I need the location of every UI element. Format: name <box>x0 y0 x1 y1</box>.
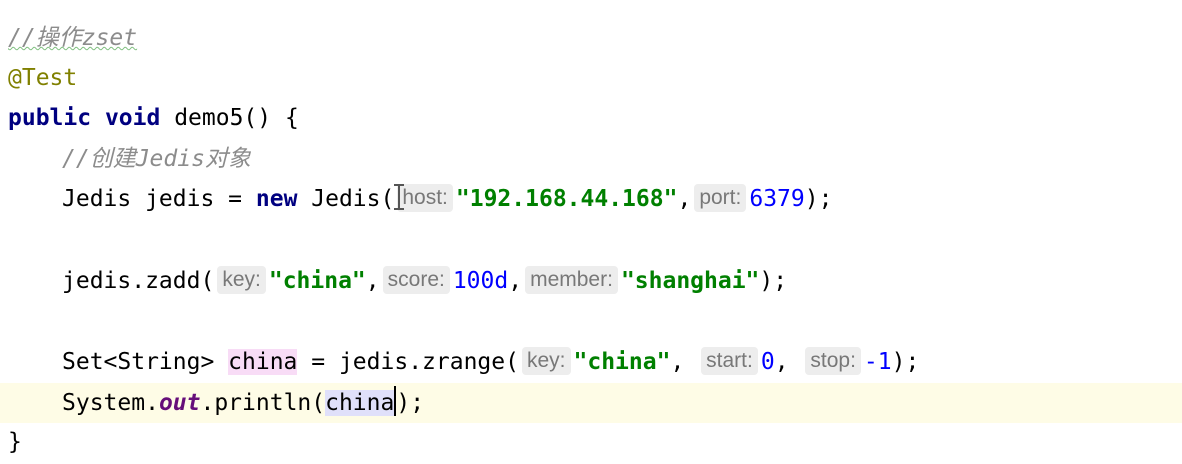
code-line-8[interactable] <box>0 301 1182 341</box>
statement-end: ); <box>804 186 833 212</box>
jedis-constructor: Jedis( <box>297 186 395 212</box>
code-line-7[interactable]: jedis.zadd(key: "china", score: 100d, member… <box>0 261 1182 301</box>
statement-end: ); <box>396 390 425 416</box>
test-annotation: @Test <box>8 65 78 91</box>
comma: , <box>670 349 699 375</box>
port-number: 6379 <box>749 186 805 212</box>
mouse-ibeam-cursor-icon <box>394 184 404 210</box>
comma: , <box>508 268 523 294</box>
param-hint-host: host: <box>397 184 453 212</box>
param-hint-key: key: <box>217 266 266 294</box>
key-string: "china" <box>268 268 366 294</box>
param-hint-start: start: <box>701 347 758 375</box>
set-type: Set<String> <box>62 349 229 375</box>
code-line-9[interactable]: Set<String> china = jedis.zrange(key: "ch… <box>0 342 1182 382</box>
zrange-call: = jedis.zrange( <box>297 349 519 375</box>
method-signature: demo5() { <box>160 105 299 131</box>
keyword-public: public <box>8 105 92 131</box>
comma: , <box>365 268 380 294</box>
code-editor[interactable]: //操作zset @Test public void demo5() { //创… <box>0 0 1182 464</box>
statement-end: ); <box>759 268 788 294</box>
code-line-2[interactable]: @Test <box>0 58 1182 98</box>
param-hint-stop: stop: <box>805 347 861 375</box>
code-line-5[interactable]: Jedis jedis = new Jedis(host: "192.168.44… <box>0 179 1182 219</box>
param-hint-score: score: <box>382 266 450 294</box>
system-class: System. <box>62 390 159 416</box>
param-hint-member: member: <box>525 266 618 294</box>
jedis-declaration: Jedis jedis = <box>62 186 256 212</box>
code-line-3[interactable]: public void demo5() { <box>0 98 1182 138</box>
code-line-6[interactable] <box>0 219 1182 259</box>
member-string: "shanghai" <box>620 268 760 294</box>
stop-number: -1 <box>863 349 892 375</box>
closing-brace: } <box>8 429 22 455</box>
keyword-void: void <box>104 105 161 131</box>
code-line-10-current[interactable]: System.out.println(china); <box>0 383 1182 423</box>
comment-create-jedis: //创建Jedis对象 <box>62 146 251 172</box>
comment-zset: //操作zset <box>8 25 138 51</box>
println-call: .println( <box>200 390 326 416</box>
param-hint-key: key: <box>521 347 571 375</box>
keyword-new: new <box>255 186 298 212</box>
code-line-1[interactable]: //操作zset <box>0 18 1182 58</box>
comma: , <box>677 186 692 212</box>
variable-china-declaration: china <box>228 349 298 375</box>
code-line-4[interactable]: //创建Jedis对象 <box>0 139 1182 179</box>
zadd-call: jedis.zadd( <box>62 268 215 294</box>
param-hint-port: port: <box>694 184 747 212</box>
static-field-out: out <box>158 390 201 416</box>
comma: , <box>774 349 803 375</box>
key-string: "china" <box>573 349 671 375</box>
variable-china-usage: china <box>325 390 395 416</box>
start-number: 0 <box>760 349 775 375</box>
code-line-11[interactable]: } <box>0 422 1182 462</box>
score-number: 100d <box>452 268 509 294</box>
host-string: "192.168.44.168" <box>455 186 678 212</box>
statement-end: ); <box>891 349 920 375</box>
